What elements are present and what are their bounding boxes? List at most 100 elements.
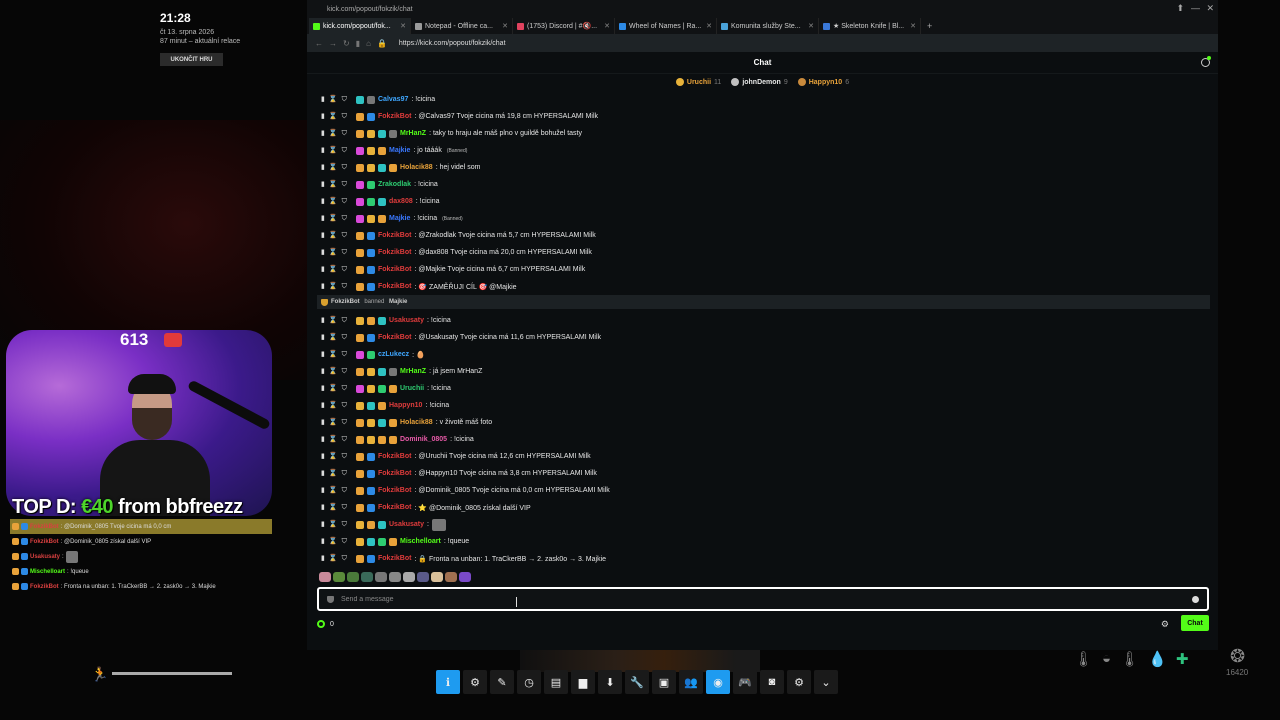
mod-tools[interactable]: ▮⌛⛉	[321, 486, 353, 495]
chat-username[interactable]: FokzikBot	[378, 470, 411, 477]
mod-tools[interactable]: ▮⌛⛉	[321, 401, 353, 410]
browser-tab[interactable]: kick.com/popout/fok... ✕	[309, 18, 411, 34]
emote[interactable]	[403, 572, 415, 582]
mod-tools[interactable]: ▮⌛⛉	[321, 163, 353, 172]
mod-tools[interactable]: ▮⌛⛉	[321, 418, 353, 427]
chat-username[interactable]: MrHanZ	[400, 130, 426, 137]
chat-username[interactable]: Happyn10	[389, 402, 422, 409]
controller-icon[interactable]: 🎮	[733, 670, 757, 694]
mod-tools[interactable]: ▮⌛⛉	[321, 452, 353, 461]
url-field[interactable]: https://kick.com/popout/fokzik/chat	[399, 40, 506, 47]
channel-points-icon[interactable]	[317, 620, 325, 628]
tab-close-icon[interactable]: ✕	[808, 22, 814, 30]
screenshot-icon[interactable]: ▣	[652, 670, 676, 694]
chat-username[interactable]: FokzikBot	[378, 555, 411, 562]
settings-cog-icon[interactable]: ⚙	[463, 670, 487, 694]
mod-tools[interactable]: ▮⌛⛉	[321, 265, 353, 274]
emote[interactable]	[319, 572, 331, 582]
chat-username[interactable]: FokzikBot	[378, 249, 411, 256]
chat-username[interactable]: Majkie	[389, 215, 410, 222]
mod-tools[interactable]: ▮⌛⛉	[321, 146, 353, 155]
emote[interactable]	[333, 572, 345, 582]
emote[interactable]	[431, 572, 443, 582]
emote[interactable]	[417, 572, 429, 582]
info-icon[interactable]: ℹ	[436, 670, 460, 694]
mod-tools[interactable]: ▮⌛⛉	[321, 333, 353, 342]
emote[interactable]	[459, 572, 471, 582]
browser-tab[interactable]: (1753) Discord | #🔇... ✕	[513, 18, 615, 34]
emote[interactable]	[389, 572, 401, 582]
mod-tools[interactable]: ▮⌛⛉	[321, 469, 353, 478]
chat-username[interactable]: Uruchii	[400, 385, 424, 392]
mod-tools[interactable]: ▮⌛⛉	[321, 214, 353, 223]
mod-tools[interactable]: ▮⌛⛉	[321, 248, 353, 257]
chat-username[interactable]: MrHanZ	[400, 368, 426, 375]
chat-username[interactable]: Mischelloart	[400, 538, 441, 545]
chat-username[interactable]: dax808	[389, 198, 413, 205]
browser-tab[interactable]: Komunita služby Ste... ✕	[717, 18, 819, 34]
pin-icon[interactable]: ⬆	[1176, 3, 1184, 14]
gear-icon[interactable]: ⚙	[1161, 619, 1169, 630]
emote[interactable]	[445, 572, 457, 582]
chat-username[interactable]: Dominik_0805	[400, 436, 447, 443]
tab-close-icon[interactable]: ✕	[706, 22, 712, 30]
chat-username[interactable]: FokzikBot	[378, 487, 411, 494]
chat-username[interactable]: FokzikBot	[378, 504, 411, 511]
record-icon[interactable]: ◙	[760, 670, 784, 694]
chat-username[interactable]: FokzikBot	[378, 113, 411, 120]
leaderboard-entry[interactable]: Uruchii 11	[675, 78, 721, 86]
emoji-icon[interactable]	[1192, 596, 1199, 603]
emote[interactable]	[347, 572, 359, 582]
reload-icon[interactable]: ↻	[343, 39, 350, 48]
message-input[interactable]	[341, 595, 1161, 603]
mod-tools[interactable]: ▮⌛⛉	[321, 129, 353, 138]
download-icon[interactable]: ⬇	[598, 670, 622, 694]
clock-icon[interactable]: ◷	[517, 670, 541, 694]
chat-username[interactable]: FokzikBot	[378, 453, 411, 460]
chat-username[interactable]: Majkie	[389, 147, 410, 154]
gear-icon[interactable]: ⚙	[787, 670, 811, 694]
mod-tools[interactable]: ▮⌛⛉	[321, 350, 353, 359]
mod-tools[interactable]: ▮⌛⛉	[321, 197, 353, 206]
emote[interactable]	[375, 572, 387, 582]
tab-close-icon[interactable]: ✕	[604, 22, 610, 30]
end-game-button[interactable]: UKONČIT HRU	[160, 53, 223, 66]
browser-tab[interactable]: Notepad - Offline ca... ✕	[411, 18, 513, 34]
chat-username[interactable]: FokzikBot	[378, 232, 411, 239]
chat-username[interactable]: Zrakodlak	[378, 181, 411, 188]
forward-icon[interactable]: →	[329, 39, 337, 48]
leaderboard-entry[interactable]: Happyn10 6	[797, 78, 849, 86]
mod-tools[interactable]: ▮⌛⛉	[321, 503, 353, 512]
message-input-box[interactable]	[317, 587, 1209, 611]
send-chat-button[interactable]: Chat	[1181, 615, 1209, 631]
chat-bubbles-icon[interactable]: ▆	[571, 670, 595, 694]
bookmark-icon[interactable]: ▮	[356, 39, 360, 48]
back-icon[interactable]: ←	[315, 39, 323, 48]
document-icon[interactable]: ▤	[544, 670, 568, 694]
browser-tab[interactable]: ★ Skeleton Knife | Bl... ✕	[819, 18, 921, 34]
chat-username[interactable]: Usakusaty	[389, 521, 424, 528]
home-icon[interactable]: ⌂	[366, 39, 371, 48]
mod-tools[interactable]: ▮⌛⛉	[321, 520, 353, 529]
mod-tools[interactable]: ▮⌛⛉	[321, 316, 353, 325]
chat-username[interactable]: czLukecz	[378, 351, 409, 358]
mod-tools[interactable]: ▮⌛⛉	[321, 95, 353, 104]
tab-close-icon[interactable]: ✕	[502, 22, 508, 30]
tab-close-icon[interactable]: ✕	[400, 22, 406, 30]
chat-username[interactable]: Holacik88	[400, 164, 433, 171]
mod-tools[interactable]: ▮⌛⛉	[321, 435, 353, 444]
mod-tools[interactable]: ▮⌛⛉	[321, 180, 353, 189]
chat-username[interactable]: FokzikBot	[378, 334, 411, 341]
wrench-icon[interactable]: 🔧	[625, 670, 649, 694]
minimize-icon[interactable]: —	[1191, 3, 1200, 13]
browser-tab[interactable]: Wheel of Names | Ra... ✕	[615, 18, 717, 34]
new-tab-button[interactable]: +	[921, 18, 938, 34]
mod-tools[interactable]: ▮⌛⛉	[321, 282, 353, 291]
mod-tools[interactable]: ▮⌛⛉	[321, 554, 353, 563]
chat-username[interactable]: FokzikBot	[378, 283, 411, 290]
mod-tools[interactable]: ▮⌛⛉	[321, 112, 353, 121]
mod-tools[interactable]: ▮⌛⛉	[321, 231, 353, 240]
friends-icon[interactable]: 👥	[679, 670, 703, 694]
collapse-icon[interactable]: ⌄	[814, 670, 838, 694]
chat-username[interactable]: FokzikBot	[378, 266, 411, 273]
